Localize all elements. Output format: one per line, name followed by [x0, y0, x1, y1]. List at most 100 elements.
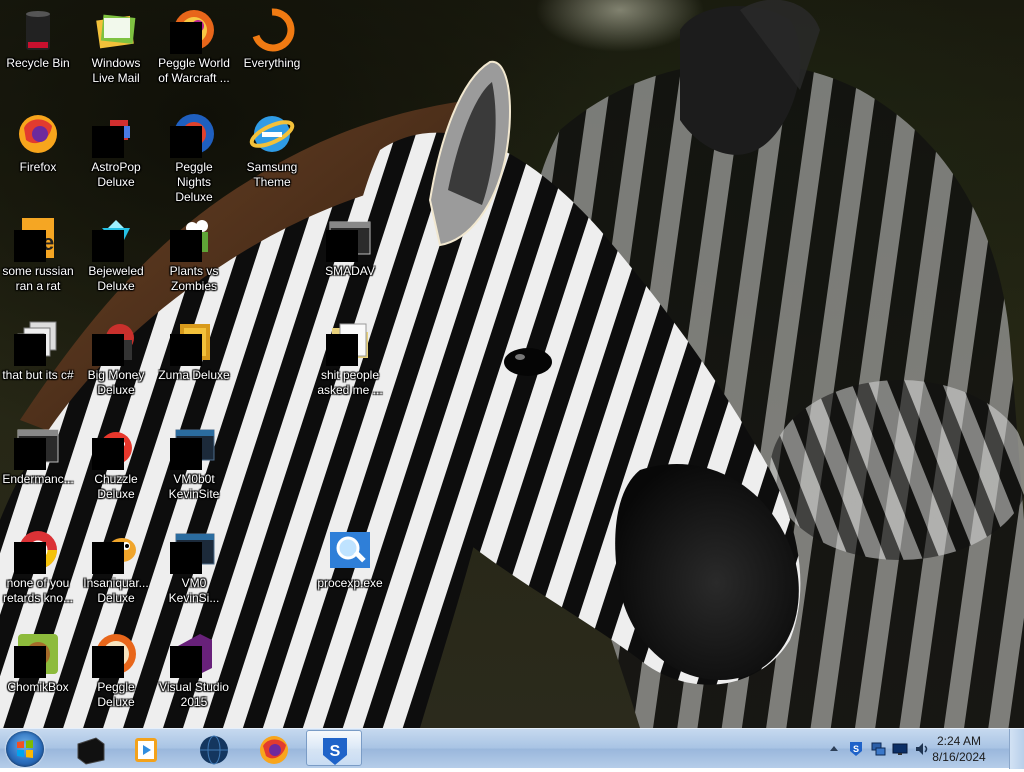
vm-icon	[170, 526, 218, 574]
process-explorer-icon	[326, 526, 374, 574]
desktop-icon[interactable]: Peggle World of Warcraft ...	[156, 2, 232, 86]
desktop-icon-label: Firefox	[19, 160, 57, 174]
desktop-icon-label: Plants vs Zombies	[169, 264, 219, 293]
desktop-icon[interactable]: SMADAV	[312, 210, 388, 279]
desktop-icon[interactable]: Endermanc...	[0, 418, 76, 487]
desktop-icon[interactable]: Insaniquar... Deluxe	[78, 522, 154, 606]
desktop-icon-label: Peggle Deluxe	[97, 680, 135, 709]
desktop-icon-label: SMADAV	[325, 264, 375, 278]
desktop-icon-label: VM0b0t KevinSite	[168, 472, 220, 501]
shield-s-icon: S	[323, 738, 347, 765]
desktop-icon[interactable]: ChomikBox	[0, 626, 76, 695]
chomikbox-icon	[14, 630, 62, 678]
folder-icon	[326, 318, 374, 366]
desktop-icon[interactable]: VM0b0t KevinSite	[156, 418, 232, 502]
desktop-icon-label: procexp.exe	[317, 576, 383, 590]
desktop-icon-label: Recycle Bin	[6, 56, 70, 70]
desktop-icon-label: Windows Live Mail	[91, 56, 141, 85]
redaction-box	[92, 542, 124, 574]
desktop-icon-label: Visual Studio 2015	[159, 680, 229, 709]
desktop-icon[interactable]: procexp.exe	[312, 522, 388, 591]
redaction-box	[170, 438, 202, 470]
clock-time: 2:24 AM	[936, 734, 982, 748]
redaction-box	[92, 646, 124, 678]
redaction-box	[170, 230, 202, 262]
firefox-icon	[14, 110, 62, 158]
redaction-box	[170, 22, 202, 54]
redaction-box	[92, 334, 124, 366]
notification-area: S 2:24 AM 8/16/2024	[814, 729, 1024, 769]
sophos-tray-icon[interactable]: S	[848, 741, 864, 757]
desktop-icon[interactable]: Samsung Theme	[234, 106, 310, 190]
desktop-icon-label: shit people asked me ...	[317, 368, 383, 397]
taskbar-app-terminal[interactable]	[62, 730, 118, 766]
bejeweled-icon	[92, 214, 140, 262]
desktop-icon[interactable]: Firefox	[0, 106, 76, 175]
desktop-icon[interactable]: Chuzzle Deluxe	[78, 418, 154, 502]
desktop-icon[interactable]: AstroPop Deluxe	[78, 106, 154, 190]
desktop-icon[interactable]: Visual Studio 2015	[156, 626, 232, 710]
desktop-icon-label: some russian ran a rat	[2, 264, 74, 293]
desktop-icon-label: that but its c#	[2, 368, 74, 382]
redaction-box	[14, 438, 46, 470]
desktop-icon-label: Chuzzle Deluxe	[94, 472, 138, 501]
desktop-icon[interactable]: VM0 KevinSi...	[156, 522, 232, 606]
big-money-icon	[92, 318, 140, 366]
desktop-icon-label: Big Money Deluxe	[87, 368, 145, 397]
taskbar-app-sophos[interactable]: S	[306, 730, 362, 766]
redaction-box	[326, 230, 358, 262]
desktop-icon[interactable]: Big Money Deluxe	[78, 314, 154, 398]
desktop-icon[interactable]: Zuma Deluxe	[156, 314, 232, 383]
show-desktop-button[interactable]	[1009, 729, 1024, 769]
desktop-icon[interactable]: Everything	[234, 2, 310, 71]
taskbar-app-firefox[interactable]	[246, 730, 302, 766]
desktop-icon-label: VM0 KevinSi...	[168, 576, 220, 605]
peggle-icon	[92, 630, 140, 678]
chuzzle-icon	[92, 422, 140, 470]
app-window-icon	[14, 422, 62, 470]
desktop-icon[interactable]: that but its c#	[0, 314, 76, 383]
desktop-icon[interactable]: e some russian ran a rat	[0, 210, 76, 294]
taskbar-app-media-player[interactable]	[118, 730, 174, 766]
black-box-icon	[77, 737, 105, 765]
network-icon[interactable]	[870, 741, 886, 757]
everything-search-icon	[248, 6, 296, 54]
taskbar-app-globe[interactable]	[186, 730, 242, 766]
redaction-box	[92, 230, 124, 262]
plants-vs-zombies-icon	[170, 214, 218, 262]
redaction-box	[14, 230, 46, 262]
desktop-icon-label: Everything	[243, 56, 301, 70]
windows-live-mail-icon	[92, 6, 140, 54]
desktop-icon-label: Zuma Deluxe	[158, 368, 230, 382]
start-button[interactable]	[6, 731, 44, 767]
media-player-icon	[135, 738, 157, 762]
redaction-box	[326, 334, 358, 366]
stacked-files-icon	[14, 318, 62, 366]
show-hidden-icons-chevron[interactable]	[826, 741, 842, 757]
desktop-icon-label: Endermanc...	[2, 472, 74, 486]
desktop-icon-label: Bejeweled Deluxe	[88, 264, 144, 293]
redaction-box	[14, 334, 46, 366]
desktop-icon-label: Samsung Theme	[246, 160, 298, 189]
redaction-box	[14, 542, 46, 574]
desktop-icon[interactable]: Recycle Bin	[0, 2, 76, 71]
monitor-icon[interactable]	[892, 741, 908, 757]
svg-text:S: S	[853, 744, 859, 754]
globe-icon	[200, 735, 228, 765]
desktop-icon[interactable]: shit people asked me ...	[312, 314, 388, 398]
desktop-icon[interactable]: none of you retards kno...	[0, 522, 76, 606]
desktop-icon[interactable]: Plants vs Zombies	[156, 210, 232, 294]
system-clock[interactable]: 2:24 AM 8/16/2024	[924, 733, 994, 765]
desktop-icon-label: Insaniquar... Deluxe	[83, 576, 149, 605]
redaction-box	[170, 646, 202, 678]
peggle-wow-icon	[170, 6, 218, 54]
desktop-icon[interactable]: Peggle Nights Deluxe	[156, 106, 232, 205]
visual-studio-icon	[170, 630, 218, 678]
taskbar: S S 2:24 AM 8/16/2024	[0, 728, 1024, 769]
shortcut-icon: e	[14, 214, 62, 262]
desktop-icon[interactable]: Peggle Deluxe	[78, 626, 154, 710]
desktop-icon[interactable]: Bejeweled Deluxe	[78, 210, 154, 294]
desktop-icon[interactable]: Windows Live Mail	[78, 2, 154, 86]
redaction-box	[92, 126, 124, 158]
astropop-icon	[92, 110, 140, 158]
